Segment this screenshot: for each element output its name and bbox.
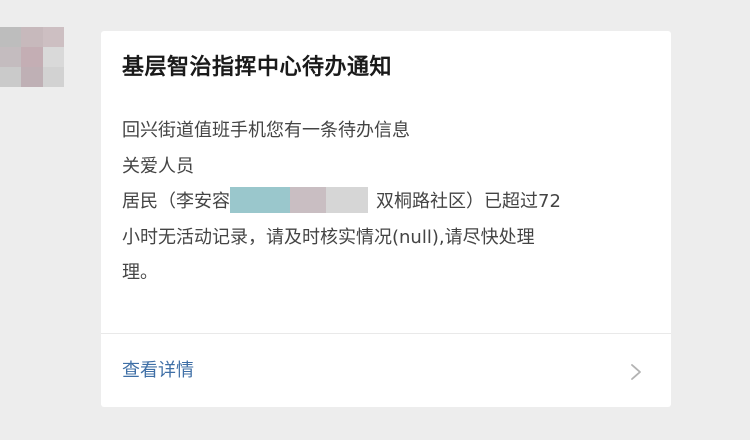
avatar-pixel xyxy=(42,47,64,67)
card-title: 基层智治指挥中心待办通知 xyxy=(122,55,393,80)
view-details-link[interactable]: 查看详情 xyxy=(122,355,194,387)
avatar-pixel xyxy=(0,47,22,67)
avatar-pixel xyxy=(42,27,64,47)
notification-card: 基层智治指挥中心待办通知 回兴街道值班手机您有一条待办信息 关爱人员 居民（李安… xyxy=(101,31,671,407)
avatar-pixel xyxy=(21,47,43,67)
view-details-row[interactable]: 查看详情 xyxy=(101,334,671,407)
resident-suffix: 双桐路社区）已超过72 xyxy=(376,191,561,212)
message-line: 小时无活动记录，请及时核实情况(null),请尽快处理 xyxy=(122,226,535,248)
message-line: 理。 xyxy=(122,262,158,283)
resident-prefix: 居民（李安容 xyxy=(122,191,230,212)
avatar-pixel xyxy=(21,27,43,47)
message-line-with-redaction: 居民（李安容 双桐路社区）已超过72 xyxy=(122,184,652,220)
message-body: 回兴街道值班手机您有一条待办信息 关爱人员 居民（李安容 双桐路社区）已超过72 … xyxy=(122,113,652,291)
avatar-pixel xyxy=(21,67,43,87)
chevron-right-icon xyxy=(631,364,641,380)
avatar-pixel xyxy=(42,67,64,87)
message-line: 回兴街道值班手机您有一条待办信息 xyxy=(122,120,410,141)
avatar[interactable] xyxy=(0,27,64,87)
avatar-pixel xyxy=(0,67,22,87)
message-line: 关爱人员 xyxy=(122,155,194,177)
redacted-block xyxy=(290,187,326,213)
redacted-block xyxy=(326,187,368,213)
avatar-pixel xyxy=(0,27,22,47)
redacted-block xyxy=(230,187,290,213)
